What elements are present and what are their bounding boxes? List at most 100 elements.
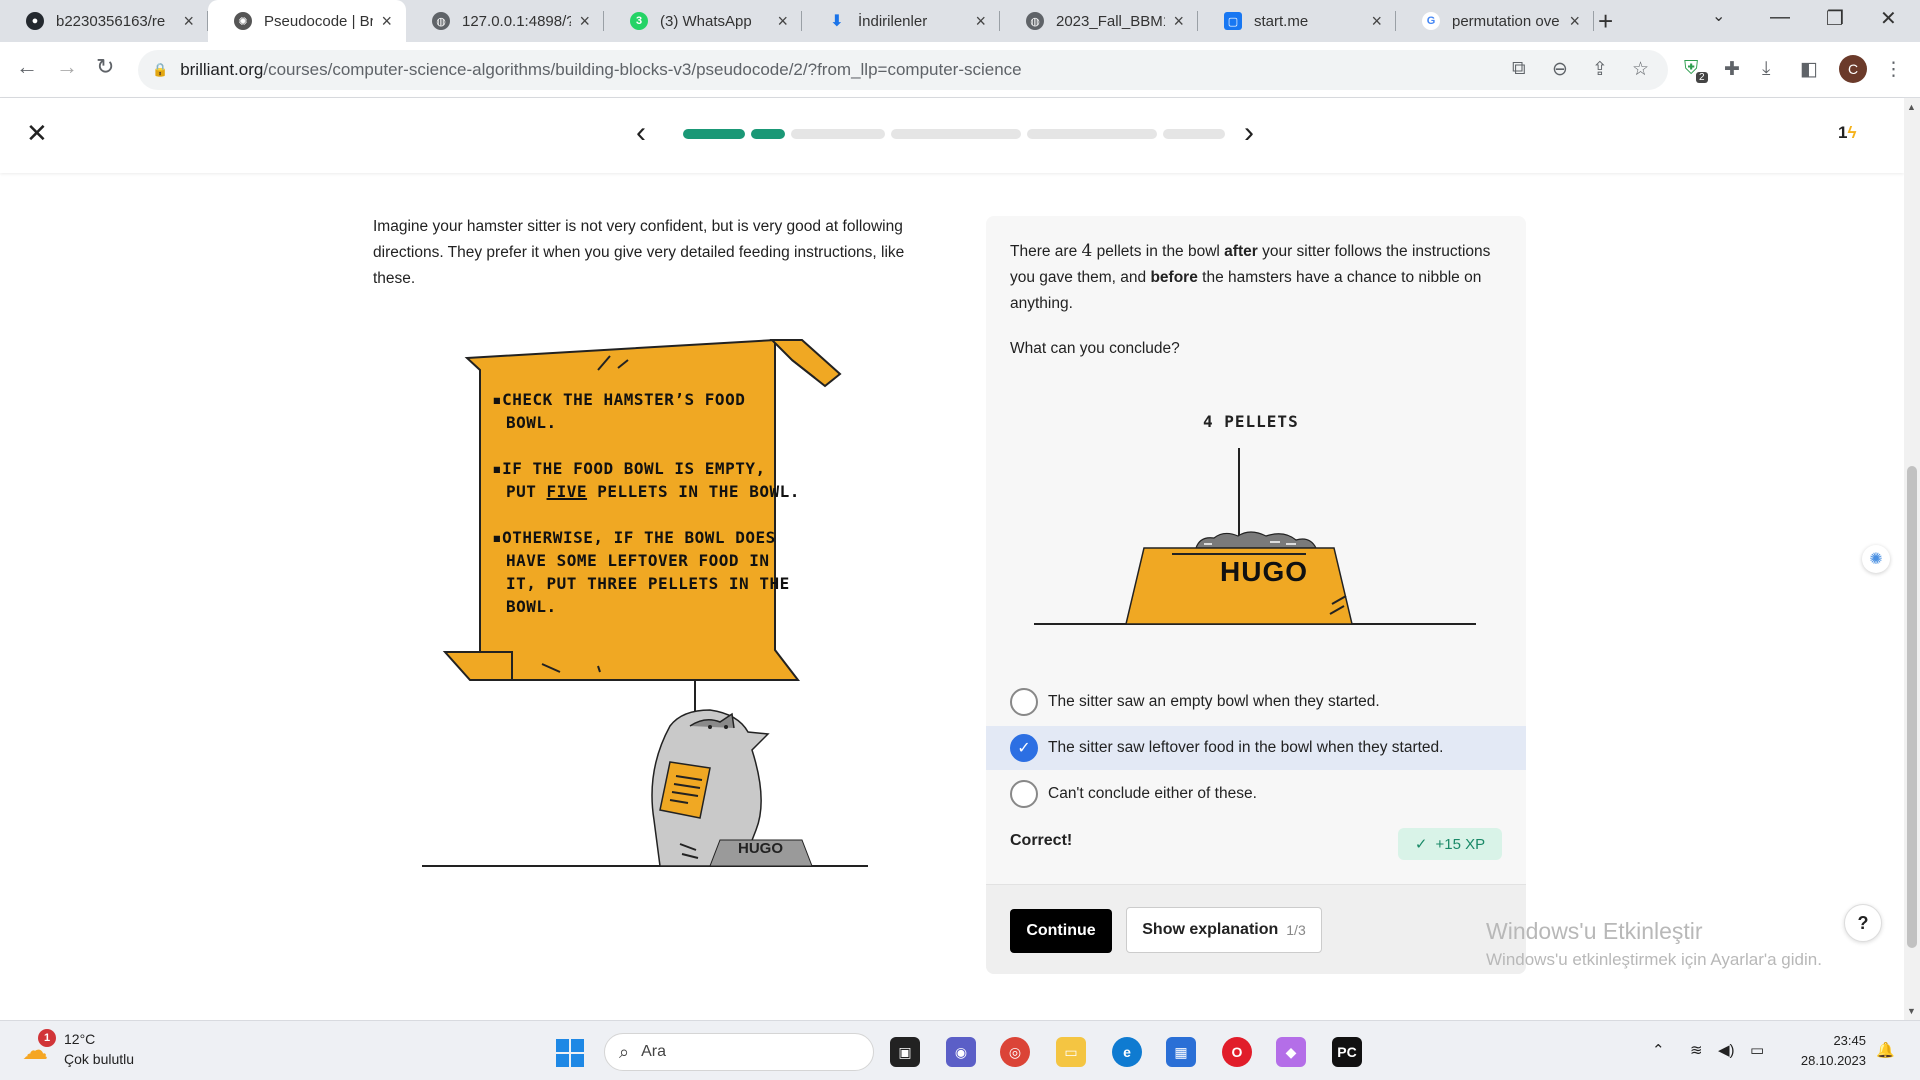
answer-option-2[interactable]: ✓ The sitter saw leftover food in the bo… (986, 726, 1526, 770)
volume-icon[interactable]: ◀) (1718, 1041, 1735, 1059)
browser-toolbar: ← → ↻ 🔒 brilliant.org/courses/computer-s… (0, 42, 1920, 98)
browser-tab[interactable]: ⬇ İndirilenler × (802, 0, 1000, 42)
back-icon[interactable]: ← (16, 54, 38, 80)
check-swoosh-icon: ✓ (1414, 836, 1428, 853)
zoom-icon[interactable]: ⊖ (1552, 58, 1568, 81)
task-view-icon[interactable]: ▣ (890, 1037, 920, 1067)
browser-tab[interactable]: 3 (3) WhatsApp × (604, 0, 802, 42)
browser-tab-strip: ● b2230356163/re × ✺ Pseudocode | Bri × … (0, 0, 1920, 42)
progress-segment (683, 129, 745, 139)
windows-start-icon[interactable] (556, 1039, 584, 1067)
prompt-text: What can you conclude? (1010, 340, 1180, 357)
lesson-progress-bar (683, 129, 1225, 139)
startme-icon: ▢ (1224, 12, 1242, 30)
radio-button[interactable] (1010, 780, 1038, 808)
wifi-icon[interactable]: ≋ (1690, 1041, 1703, 1059)
scroll-up-icon[interactable]: ▲ (1907, 102, 1916, 112)
file-explorer-icon[interactable]: ▭ (1056, 1037, 1086, 1067)
close-tab-icon[interactable]: × (579, 11, 590, 32)
profile-avatar[interactable]: C (1839, 55, 1867, 83)
pellets (1195, 531, 1317, 549)
notification-bell-icon[interactable]: 🔔 (1876, 1041, 1895, 1059)
show-explanation-button[interactable]: Show explanation 1/3 (1126, 907, 1322, 953)
page-scrollbar[interactable]: ▲ ▼ (1904, 98, 1920, 1020)
taskbar-clock[interactable]: 23:45 28.10.2023 (1794, 1031, 1866, 1071)
ai-assistant-icon[interactable]: ✺ (1862, 545, 1890, 573)
close-tab-icon[interactable]: × (975, 11, 986, 32)
url-domain: brilliant.org (180, 60, 264, 79)
forward-icon[interactable]: → (56, 54, 78, 80)
app-diamond-icon[interactable]: ◆ (1276, 1037, 1306, 1067)
instruction-2: ▪IF THE FOOD BOWL IS EMPTY, PUT FIVE PEL… (492, 459, 800, 501)
progress-segment (891, 129, 1021, 139)
continue-button[interactable]: Continue (1010, 909, 1112, 953)
question-text: There are 4 pellets in the bowl after yo… (1010, 241, 1491, 312)
close-tab-icon[interactable]: × (777, 11, 788, 32)
browser-tab[interactable]: G permutation ove × (1396, 0, 1594, 42)
share-icon[interactable]: ⇪ (1592, 58, 1608, 81)
close-window-icon[interactable]: ✕ (1880, 6, 1897, 31)
answer-option-3[interactable]: Can't conclude either of these. (986, 772, 1526, 816)
result-text: Correct! (1010, 832, 1073, 849)
browser-tab-active[interactable]: ✺ Pseudocode | Bri × (208, 0, 406, 42)
battery-icon[interactable]: ▭ (1750, 1041, 1764, 1059)
browser-tab[interactable]: ◍ 127.0.0.1:4898/?c × (406, 0, 604, 42)
intro-text: Imagine your hamster sitter is not very … (373, 218, 905, 287)
streak-counter: 1ϟ (1838, 123, 1856, 143)
maximize-icon[interactable]: ❐ (1826, 6, 1844, 31)
notification-badge: 1 (38, 1029, 56, 1047)
windows-taskbar: ☁ 1 12°C Çok bulutlu ⌕ Ara ▣ ◉ ◎ ▭ e ▦ O… (0, 1020, 1920, 1080)
globe-icon: ◍ (432, 12, 450, 30)
answer-option-1[interactable]: The sitter saw an empty bowl when they s… (986, 680, 1526, 724)
extension-badge: 2 (1696, 72, 1708, 83)
weather-condition: Çok bulutlu (64, 1051, 135, 1067)
tray-chevron-icon[interactable]: ⌃ (1652, 1041, 1665, 1059)
teams-icon[interactable]: ◉ (946, 1037, 976, 1067)
help-button[interactable]: ? (1844, 904, 1882, 942)
close-tab-icon[interactable]: × (1569, 11, 1580, 32)
side-panel-icon[interactable]: ◧ (1800, 58, 1818, 81)
browser-tab[interactable]: ▢ start.me × (1198, 0, 1396, 42)
address-bar[interactable]: 🔒 brilliant.org/courses/computer-science… (138, 50, 1668, 90)
feeding-instructions: ▪CHECK THE HAMSTER’S FOOD BOWL. ▪IF THE … (492, 388, 802, 641)
opera-icon[interactable]: O (1222, 1037, 1252, 1067)
close-tab-icon[interactable]: × (1371, 11, 1382, 32)
translate-icon[interactable]: ⧉ (1512, 58, 1526, 80)
checkmark-icon[interactable]: ✓ (1010, 734, 1038, 762)
lesson-header: ✕ ‹ › 1ϟ (0, 98, 1904, 173)
chrome-icon[interactable]: ◎ (1000, 1037, 1030, 1067)
hamster-name-label: HUGO (738, 840, 783, 857)
browser-tab[interactable]: ◍ 2023_Fall_BBM1C × (1000, 0, 1198, 42)
progress-segment (751, 129, 785, 139)
progress-segment (791, 129, 885, 139)
scrollbar-thumb[interactable] (1907, 466, 1917, 948)
close-tab-icon[interactable]: × (1173, 11, 1184, 32)
close-tab-icon[interactable]: × (381, 11, 392, 32)
puzzle-icon[interactable]: ✚ (1724, 58, 1740, 81)
bowl-illustration (1034, 448, 1476, 625)
search-icon: ⌕ (619, 1041, 630, 1062)
reload-icon[interactable]: ↻ (96, 54, 114, 80)
download-icon: ⬇ (830, 13, 844, 30)
tab-search-icon[interactable]: ⌄ (1712, 6, 1725, 26)
taskbar-search[interactable]: ⌕ Ara (604, 1033, 874, 1071)
next-step-icon[interactable]: › (1244, 116, 1254, 150)
close-tab-icon[interactable]: × (183, 11, 194, 32)
store-icon[interactable]: ▦ (1166, 1037, 1196, 1067)
url-path: /courses/computer-science-algorithms/bui… (263, 60, 1022, 79)
prev-step-icon[interactable]: ‹ (636, 116, 646, 150)
scroll-down-icon[interactable]: ▼ (1907, 1006, 1916, 1016)
downloads-icon[interactable]: ⤓ (1762, 58, 1770, 80)
bookmark-star-icon[interactable]: ☆ (1632, 58, 1649, 81)
close-lesson-icon[interactable]: ✕ (26, 118, 48, 149)
browser-tab[interactable]: ● b2230356163/re × (0, 0, 208, 42)
globe-icon: ◍ (1026, 12, 1044, 30)
edge-icon[interactable]: e (1112, 1037, 1142, 1067)
new-tab-icon[interactable]: + (1598, 6, 1613, 37)
menu-kebab-icon[interactable]: ⋮ (1884, 58, 1903, 81)
pycharm-icon[interactable]: PC (1332, 1037, 1362, 1067)
lock-icon[interactable]: 🔒 (152, 62, 168, 78)
minimize-icon[interactable]: — (1770, 6, 1790, 29)
radio-button[interactable] (1010, 688, 1038, 716)
instruction-3: ▪OTHERWISE, IF THE BOWL DOES HAVE SOME L… (492, 528, 790, 616)
